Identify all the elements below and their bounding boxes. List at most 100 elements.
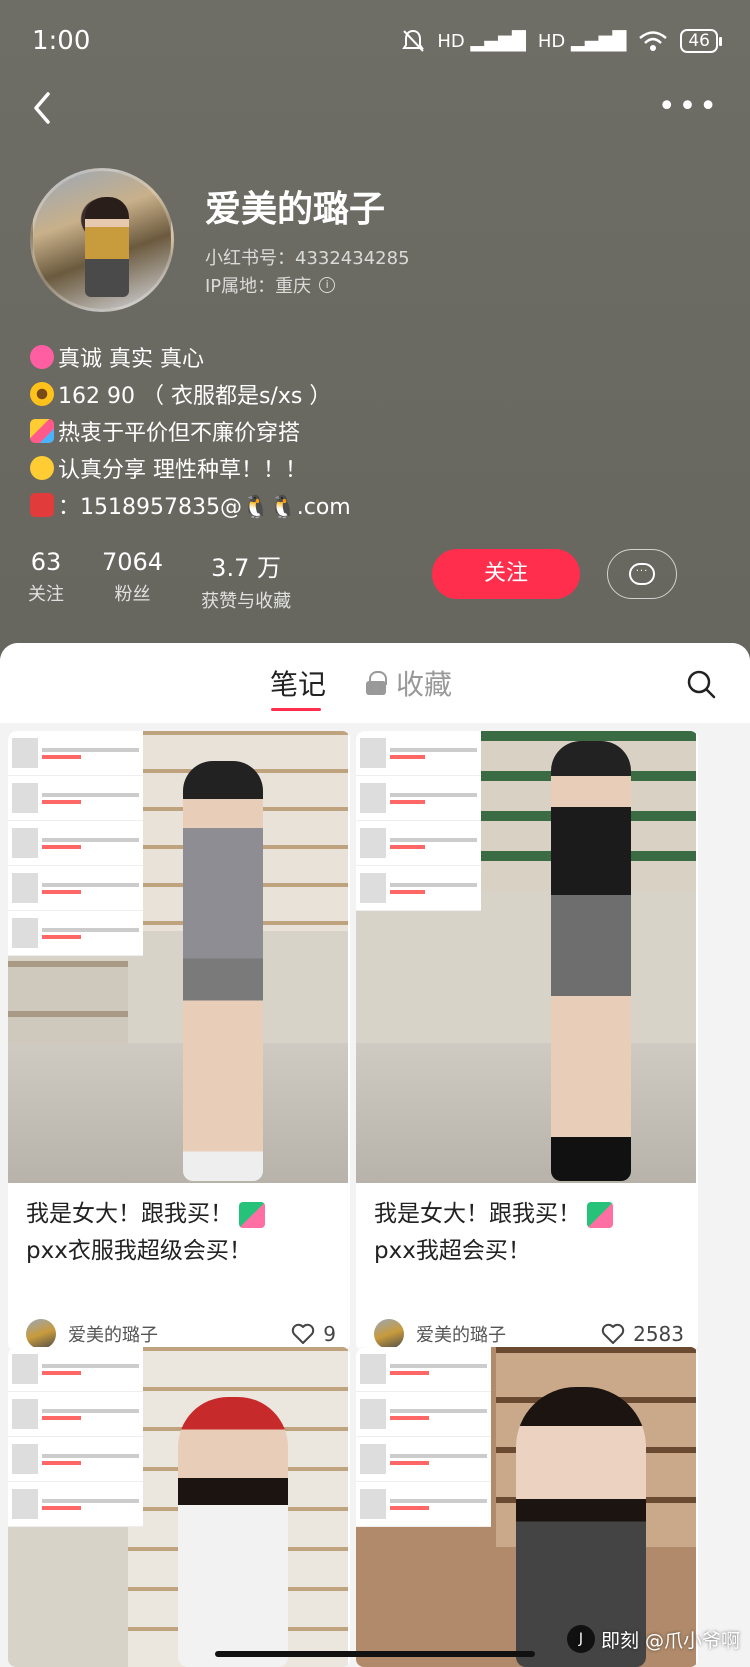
text-line (42, 927, 139, 932)
bio-line: 真诚 真实 真心 (30, 338, 710, 375)
text-line (390, 1408, 487, 1413)
text-line (42, 792, 139, 797)
product-row (8, 821, 143, 866)
product-thumb (12, 918, 38, 948)
signal-1-label: HD (437, 30, 465, 52)
bio: 真诚 真实 真心 162 90 （ 衣服都是s/xs ） 热衷于平价但不廉价穿搭… (30, 338, 710, 523)
note-cover-image (8, 1347, 348, 1667)
bio-text: 真诚 真实 真心 (58, 346, 204, 372)
text-line (42, 1408, 139, 1413)
product-row (8, 776, 143, 821)
product-row (356, 866, 481, 911)
text-line (42, 747, 139, 752)
back-arrow-icon[interactable] (26, 88, 62, 128)
text-line (42, 837, 139, 842)
bio-line: ：1518957835@🐧🐧.com (30, 486, 710, 523)
product-lines (42, 835, 139, 852)
status-icons: HD ▂▄▆█ HD ▂▄▆█ 46 (401, 28, 722, 54)
product-thumb (12, 1489, 38, 1519)
product-row (356, 1482, 491, 1527)
bio-text: ：1518957835@🐧🐧.com (58, 494, 351, 520)
text-line (42, 1498, 139, 1503)
note-card[interactable] (8, 1347, 350, 1667)
product-thumb (360, 1444, 386, 1474)
price-line (42, 1505, 81, 1510)
stat-likes-collects[interactable]: 3.7 万 获赞与收藏 (201, 548, 291, 613)
bio-text: 认真分享 理性种草！！！ (58, 457, 307, 483)
product-lines (390, 1496, 487, 1513)
stat-label: 粉丝 (114, 584, 151, 605)
heart-icon[interactable] (601, 1323, 625, 1345)
message-button[interactable]: ··· (607, 549, 677, 599)
product-row (356, 1392, 491, 1437)
price-line (390, 889, 425, 894)
product-thumb (360, 783, 386, 813)
tab-notes[interactable]: 笔记 (270, 663, 326, 703)
note-title-line: 我是女大！跟我买！ (374, 1201, 581, 1227)
price-line (42, 754, 81, 759)
price-line (390, 1415, 429, 1420)
tab-collect[interactable]: 收藏 (366, 663, 452, 703)
product-list-overlay (8, 731, 143, 956)
product-lines (390, 1406, 487, 1423)
home-indicator[interactable] (215, 1651, 535, 1657)
product-thumb (12, 1399, 38, 1429)
stat-label: 获赞与收藏 (201, 591, 292, 612)
price-line (42, 844, 81, 849)
product-lines (42, 1406, 139, 1423)
person-figure (178, 1397, 288, 1667)
wifi-icon (639, 31, 668, 51)
smiling-face-emoji-icon (30, 455, 54, 480)
note-footer: 爱美的璐子 9 (26, 1316, 336, 1351)
product-lines (42, 880, 139, 897)
text-line (390, 882, 477, 887)
price-line (390, 1370, 429, 1375)
stat-following[interactable]: 63 关注 (28, 548, 64, 613)
product-thumb (360, 1399, 386, 1429)
price-line (42, 1460, 81, 1465)
text-line (390, 837, 477, 842)
product-lines (42, 925, 139, 942)
product-thumb (360, 828, 386, 858)
product-thumb (12, 738, 38, 768)
price-line (390, 754, 425, 759)
shopping-bag-icon (239, 1201, 265, 1228)
info-icon[interactable]: i (319, 277, 336, 293)
search-icon[interactable] (686, 669, 716, 699)
signal-1-icon: HD ▂▄▆█ (437, 30, 526, 52)
battery-indicator: 46 (680, 29, 722, 53)
note-title-line: 我是女大！跟我买！ (26, 1201, 233, 1227)
avatar-figure (85, 197, 129, 297)
product-lines (390, 1361, 487, 1378)
text-line (390, 747, 477, 752)
jike-logo-icon: J (566, 1625, 595, 1653)
heart-icon[interactable] (291, 1323, 315, 1345)
stat-value: 63 (30, 548, 62, 576)
note-card[interactable] (356, 1347, 698, 1667)
floor (8, 1043, 348, 1183)
more-options-icon[interactable]: ••• (658, 92, 720, 122)
bio-text: 162 90 （ 衣服都是s/xs ） (58, 383, 332, 409)
profile-stats: 63 关注 7064 粉丝 3.7 万 获赞与收藏 (28, 548, 291, 613)
like-count: 9 (323, 1322, 336, 1346)
stat-label: 关注 (28, 584, 64, 605)
product-lines (390, 790, 477, 807)
product-row (8, 731, 143, 776)
product-thumb (12, 873, 38, 903)
product-row (8, 911, 143, 956)
avatar[interactable] (30, 168, 174, 312)
product-row (8, 866, 143, 911)
stat-followers[interactable]: 7064 粉丝 (102, 548, 163, 613)
note-card[interactable]: 我是女大！跟我买！ pxx衣服我超级会买！ 爱美的璐子 9 (8, 731, 350, 1351)
product-lines (390, 1451, 487, 1468)
note-card[interactable]: 我是女大！跟我买！ pxx我超会买！ 爱美的璐子 2583 (356, 731, 698, 1351)
note-title-line: pxx我超会买！ (374, 1238, 531, 1264)
bio-line: 认真分享 理性种草！！！ (30, 449, 710, 486)
product-list-overlay (356, 1347, 491, 1527)
product-row (356, 1347, 491, 1392)
product-row (356, 731, 481, 776)
person-figure (551, 741, 631, 1181)
watermark-text: 即刻 @爪小爷啊 (600, 1629, 740, 1652)
follow-button[interactable]: 关注 (432, 549, 580, 599)
chat-bubble-icon: ··· (629, 563, 655, 585)
